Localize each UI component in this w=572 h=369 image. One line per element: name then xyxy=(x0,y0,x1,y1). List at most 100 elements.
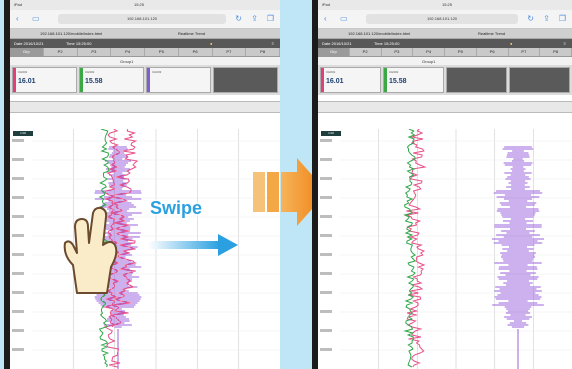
time-label: Time 15:25:00 xyxy=(66,41,92,46)
time-axis-label xyxy=(320,139,332,142)
group-header: Group1 xyxy=(318,57,572,65)
url-bar[interactable]: 192.168.101.120 xyxy=(58,14,226,24)
channel-color-1 xyxy=(13,68,16,92)
digital-cell-2: CH002 15.58 xyxy=(79,67,144,93)
trend-trace-ch3 xyxy=(492,146,544,328)
time-axis-label xyxy=(320,158,332,161)
time-axis-label xyxy=(12,291,24,294)
page-tabs: Grp P2 P3 P4 P5 P6 P7 P8 xyxy=(318,48,572,57)
app-header: Date 2016/10/21 Time 15:25:00 ● ≡ xyxy=(10,39,280,48)
alarm-icon: ● xyxy=(210,41,213,46)
channel-value-1: 16.01 xyxy=(326,78,344,85)
status-bar: iPad 15:25 xyxy=(10,0,280,10)
swipe-direction-arrow xyxy=(148,232,240,263)
page-tab-5[interactable]: P5 xyxy=(145,48,179,56)
digital-cell-1: CH001 16.01 xyxy=(12,67,77,93)
time-axis-label xyxy=(12,329,24,332)
trend-toolbar xyxy=(10,101,280,113)
digital-cell-4 xyxy=(509,67,570,93)
channel-color-3 xyxy=(147,68,150,92)
screen-before: iPad 15:25 ‹ ▭ 192.168.101.120 ↻ ⇪ ❐ 192… xyxy=(10,0,280,369)
time-label: Time 15:25:00 xyxy=(374,41,400,46)
channel-tag-3: CH003 xyxy=(152,70,162,74)
trend-svg xyxy=(320,129,572,369)
page-tab-2[interactable]: P2 xyxy=(350,48,382,56)
browser-tabs: 192.168.101.120/mobile/index.html Realti… xyxy=(10,29,280,39)
browser-tabs: 192.168.101.120/mobile/index.html Realti… xyxy=(318,29,572,39)
browser-tab-2[interactable]: Realtime Trend xyxy=(478,31,505,36)
time-range-flag: 1:00 xyxy=(13,131,33,136)
swipe-label: Swipe xyxy=(150,198,203,218)
hand-gesture-icon xyxy=(55,205,125,302)
bookmarks-icon[interactable]: ▭ xyxy=(32,14,40,24)
trend-toolbar xyxy=(318,101,572,113)
menu-icon[interactable]: ≡ xyxy=(272,41,274,46)
reload-icon[interactable]: ↻ xyxy=(235,14,242,24)
group-header: Group1 xyxy=(10,57,280,65)
page-tab-4[interactable]: P4 xyxy=(111,48,145,56)
channel-tag-1: CH001 xyxy=(18,70,28,74)
time-axis-label xyxy=(12,196,24,199)
date-label: Date 2016/10/21 xyxy=(322,41,352,46)
time-axis-label xyxy=(320,177,332,180)
page-tab-6[interactable]: P6 xyxy=(477,48,509,56)
back-icon[interactable]: ‹ xyxy=(324,14,327,24)
time-axis-label xyxy=(320,272,332,275)
page-tab-3[interactable]: P3 xyxy=(382,48,414,56)
menu-icon[interactable]: ≡ xyxy=(564,41,566,46)
browser-tab-1[interactable]: 192.168.101.120/mobile/index.html xyxy=(40,31,102,36)
channel-tag-1: CH001 xyxy=(326,70,336,74)
page-tab-7[interactable]: P7 xyxy=(509,48,541,56)
tabs-icon[interactable]: ❐ xyxy=(267,14,274,24)
screen-after: iPad 15:25 ‹ ▭ 192.168.101.120 ↻ ⇪ ❐ 192… xyxy=(318,0,572,369)
share-icon[interactable]: ⇪ xyxy=(543,14,550,24)
page-tab-2[interactable]: P2 xyxy=(44,48,78,56)
page-tab-4[interactable]: P4 xyxy=(413,48,445,56)
digital-panel: CH001 16.01 CH002 15.58 xyxy=(318,65,572,95)
time-axis-label xyxy=(320,196,332,199)
digital-cell-4 xyxy=(213,67,278,93)
url-bar[interactable]: 192.168.101.120 xyxy=(366,14,518,24)
browser-toolbar: ‹ ▭ 192.168.101.120 ↻ ⇪ ❐ xyxy=(318,10,572,29)
time-axis-label xyxy=(320,310,332,313)
time-axis-label xyxy=(12,348,24,351)
channel-tag-2: CH002 xyxy=(389,70,399,74)
time-axis-label xyxy=(12,177,24,180)
alarm-icon: ● xyxy=(510,41,513,46)
tablet-before-swipe: iPad 15:25 ‹ ▭ 192.168.101.120 ↻ ⇪ ❐ 192… xyxy=(4,0,280,369)
share-icon[interactable]: ⇪ xyxy=(251,14,258,24)
browser-tab-1[interactable]: 192.168.101.120/mobile/index.html xyxy=(348,31,410,36)
time-axis-label xyxy=(12,253,24,256)
digital-cell-3 xyxy=(446,67,507,93)
back-icon[interactable]: ‹ xyxy=(16,14,19,24)
time-axis-label xyxy=(320,234,332,237)
page-tab-1[interactable]: Grp xyxy=(10,48,44,56)
time-axis-label xyxy=(12,272,24,275)
page-tabs: Grp P2 P3 P4 P5 P6 P7 P8 xyxy=(10,48,280,57)
page-tab-8[interactable]: P8 xyxy=(540,48,572,56)
time-axis-label xyxy=(320,291,332,294)
bookmarks-icon[interactable]: ▭ xyxy=(340,14,348,24)
reload-icon[interactable]: ↻ xyxy=(527,14,534,24)
page-tab-8[interactable]: P8 xyxy=(246,48,280,56)
tablet-after-swipe: iPad 15:25 ‹ ▭ 192.168.101.120 ↻ ⇪ ❐ 192… xyxy=(312,0,572,369)
channel-color-1 xyxy=(321,68,324,92)
time-axis-label xyxy=(12,139,24,142)
status-carrier: iPad xyxy=(14,2,23,7)
time-axis-label xyxy=(320,329,332,332)
group-name: Group1 xyxy=(422,59,436,64)
page-tab-3[interactable]: P3 xyxy=(78,48,112,56)
trend-chart[interactable]: 1:00 xyxy=(318,129,572,369)
digital-panel: CH001 16.01 CH002 15.58 CH003 xyxy=(10,65,280,95)
time-axis-label xyxy=(12,310,24,313)
status-carrier: iPad xyxy=(322,2,331,7)
page-tab-6[interactable]: P6 xyxy=(179,48,213,56)
channel-color-2 xyxy=(80,68,83,92)
page-tab-5[interactable]: P5 xyxy=(445,48,477,56)
page-tab-1[interactable]: Grp xyxy=(318,48,350,56)
tabs-icon[interactable]: ❐ xyxy=(559,14,566,24)
browser-toolbar: ‹ ▭ 192.168.101.120 ↻ ⇪ ❐ xyxy=(10,10,280,29)
page-tab-7[interactable]: P7 xyxy=(213,48,247,56)
status-time: 15:25 xyxy=(134,2,145,7)
browser-tab-2[interactable]: Realtime Trend xyxy=(178,31,205,36)
